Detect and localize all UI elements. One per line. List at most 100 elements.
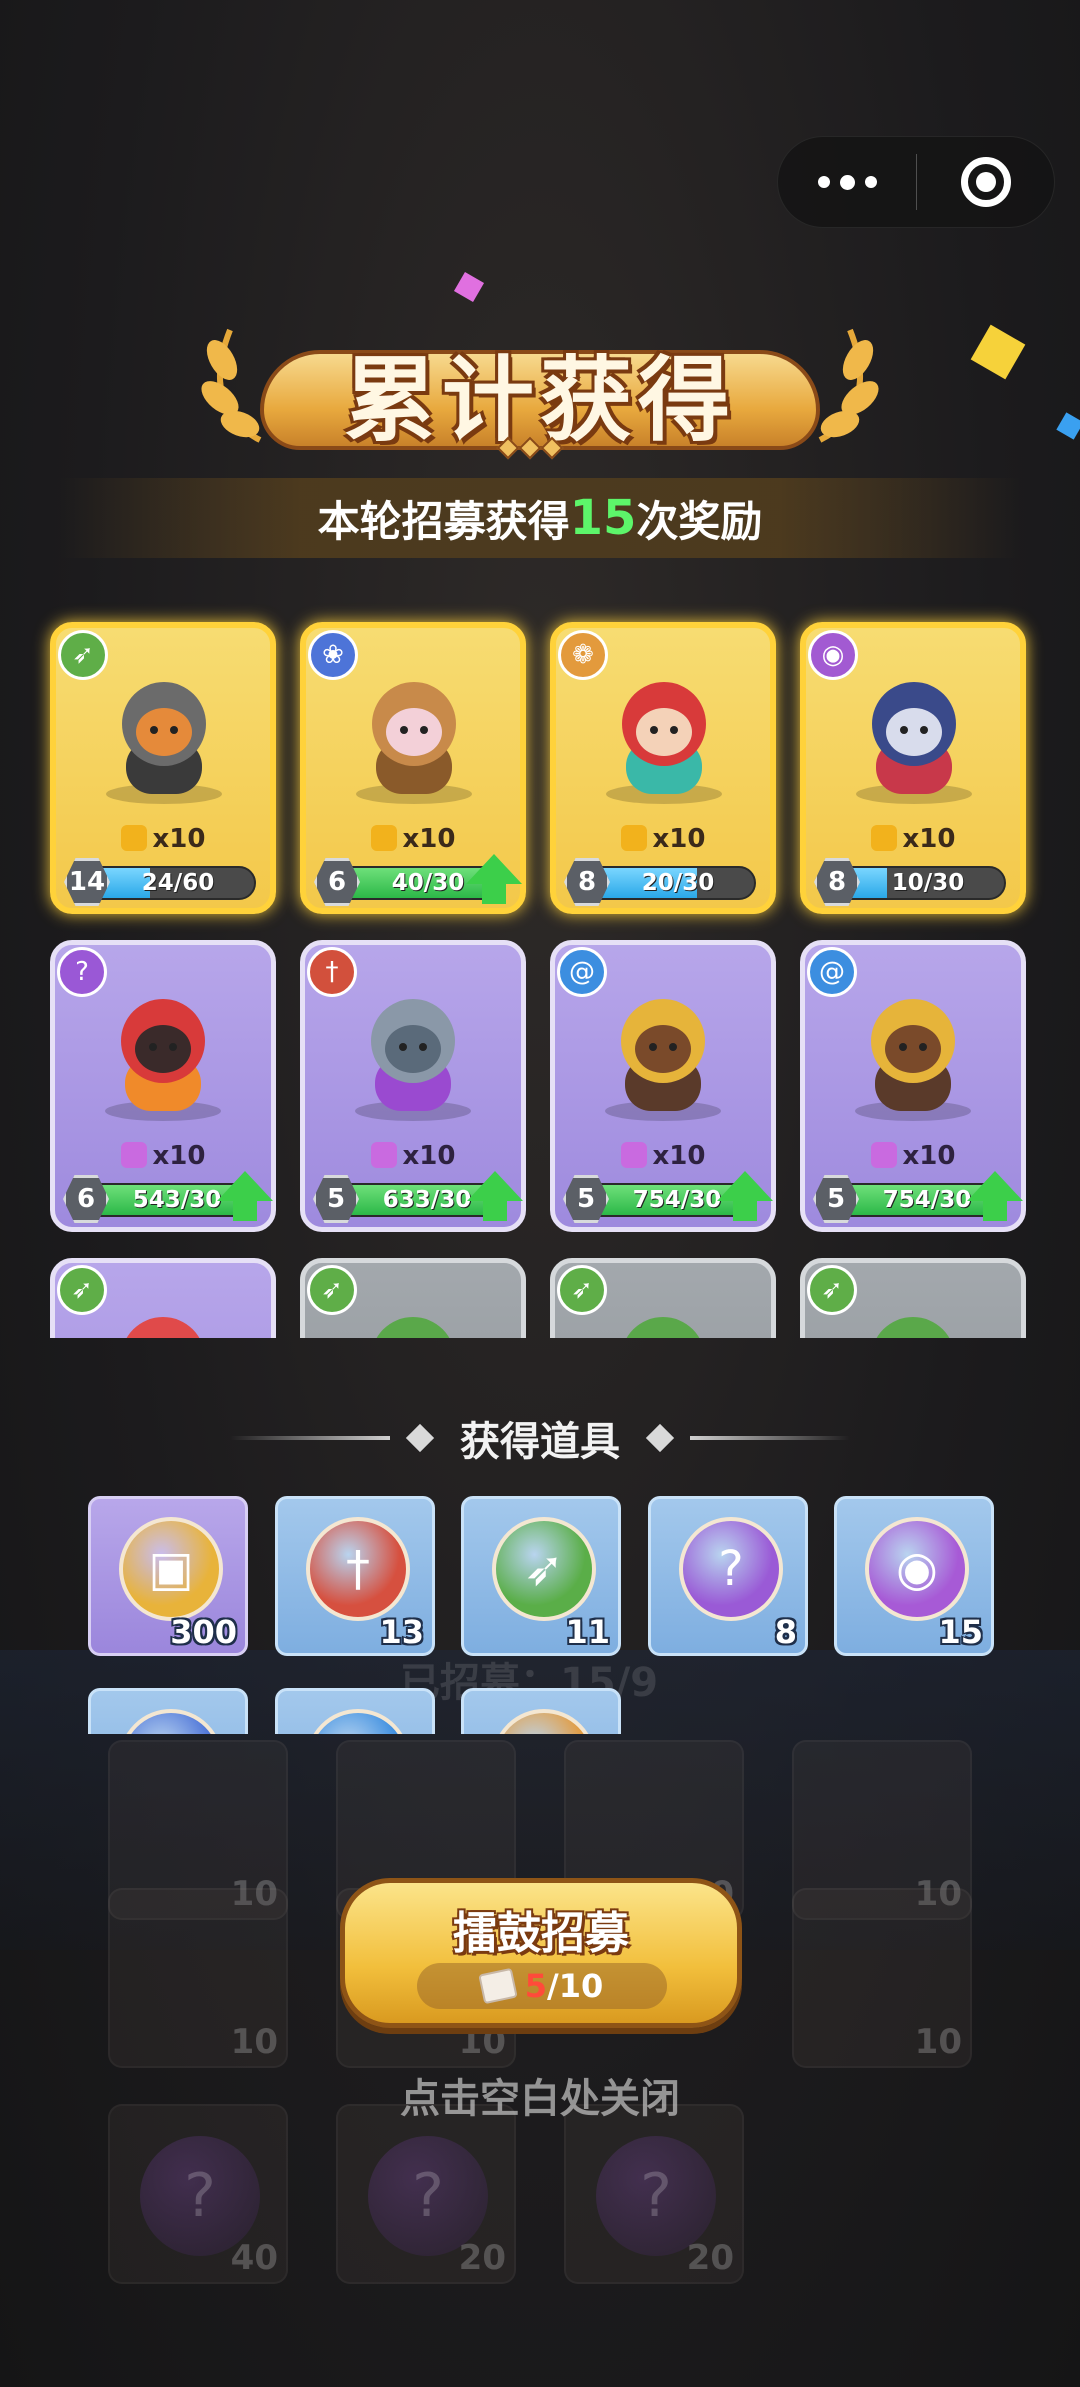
divider-line: [230, 1436, 390, 1440]
hero-card[interactable]: ➶: [300, 1258, 526, 1338]
shard-count: x10: [555, 1141, 771, 1171]
hero-card[interactable]: @ x10 754/30 5: [800, 940, 1026, 1232]
hero-card[interactable]: ➶: [50, 1258, 276, 1338]
shard-count-text: x10: [902, 1141, 956, 1171]
upgrade-arrow-icon[interactable]: [967, 1171, 1023, 1221]
shard-count: x10: [556, 824, 770, 854]
upgrade-arrow-icon[interactable]: [717, 1171, 773, 1221]
miniprogram-capsule: [777, 136, 1055, 228]
shard-count: x10: [806, 824, 1020, 854]
hero-card[interactable]: ➶: [800, 1258, 1026, 1338]
tickets-owned: 5: [524, 1967, 548, 2005]
diamond-ornament: [645, 1423, 675, 1453]
upgrade-arrow-icon[interactable]: [217, 1171, 273, 1221]
shard-count-text: x10: [152, 1141, 206, 1171]
hero-card-grid: ➶ x10 24/60 14 ❀ x10 40/30 6 ❁ x10 20/30 8 ◉ x10 10/30…: [0, 600, 1080, 1338]
background-tile-count: 10: [458, 2022, 506, 2062]
item-tile[interactable]: @: [275, 1688, 435, 1734]
shard-count: x10: [805, 1141, 1021, 1171]
progress-text: 20/30: [641, 870, 715, 896]
tap-to-close-hint[interactable]: 点击空白处关闭: [0, 2066, 1080, 2124]
item-tile[interactable]: ▣ 300: [88, 1496, 248, 1656]
banner-ornament: [496, 436, 564, 460]
bow-icon: ➶: [492, 1517, 596, 1621]
hero-card[interactable]: ❀ x10 40/30 6: [300, 622, 526, 914]
items-section-title: 获得道具: [460, 1419, 620, 1465]
hero-portrait: [835, 1301, 991, 1338]
laurel-icon: [818, 328, 879, 443]
hero-card[interactable]: ◉ x10 10/30 8: [800, 622, 1026, 914]
hero-portrait: [85, 983, 241, 1123]
shard-count-text: x10: [152, 824, 206, 854]
summary-count: 15: [569, 490, 637, 546]
upgrade-arrow-icon[interactable]: [466, 854, 522, 904]
shard-count-text: x10: [902, 824, 956, 854]
hero-portrait: [836, 666, 992, 806]
hero-card[interactable]: ❁ x10 20/30 8: [550, 622, 776, 914]
recruit-ticket-icon: [478, 1967, 518, 2005]
item-count: 11: [565, 1613, 610, 1651]
item-tile[interactable]: † 13: [275, 1496, 435, 1656]
item-tile[interactable]: ◉ 15: [834, 1496, 994, 1656]
target-close-icon[interactable]: [917, 157, 1054, 207]
progress-text: 10/30: [891, 870, 965, 896]
puzzle-shard-icon: [870, 825, 897, 851]
item-count: 300: [170, 1613, 237, 1651]
puzzle-shard-icon: [120, 825, 147, 851]
wing-icon: ❁: [492, 1709, 596, 1734]
gold-coin-icon: ▣: [119, 1517, 223, 1621]
item-count: 8: [774, 1613, 797, 1651]
item-grid: ▣300†13➶11?8◉15❀@❁: [0, 1488, 1080, 1734]
shard-count: x10: [55, 1141, 271, 1171]
item-tile[interactable]: ❀: [88, 1688, 248, 1734]
background-tile-count: 20: [458, 2238, 506, 2278]
hero-portrait: [85, 1301, 241, 1338]
hero-card[interactable]: ➶ x10 24/60 14: [50, 622, 276, 914]
hero-portrait: [586, 666, 742, 806]
background-tile: 10: [792, 1888, 972, 2068]
hero-portrait: [335, 983, 491, 1123]
hero-portrait: [585, 983, 741, 1123]
background-tile: 10: [108, 1888, 288, 2068]
hero-card[interactable]: @ x10 754/30 5: [550, 940, 776, 1232]
drum-recruit-button[interactable]: 擂鼓招募 5/10: [340, 1878, 742, 2028]
tickets-required: /10: [547, 1967, 604, 2005]
more-dots-icon[interactable]: [778, 136, 916, 228]
puzzle-shard-icon: [370, 1142, 397, 1168]
item-tile[interactable]: ➶ 11: [461, 1496, 621, 1656]
hero-portrait: [86, 666, 242, 806]
puzzle-shard-icon: [370, 825, 397, 851]
title-banner: 累计获得: [200, 320, 880, 460]
puzzle-shard-icon: [620, 825, 647, 851]
summary-suffix: 次奖励: [636, 496, 763, 546]
hero-card[interactable]: † x10 633/30 5: [300, 940, 526, 1232]
background-tile: ? 40: [108, 2104, 288, 2284]
shard-count: x10: [306, 824, 520, 854]
background-tile-count: 20: [686, 2238, 734, 2278]
puzzle-shard-icon: [870, 1142, 897, 1168]
puzzle-shard-icon: [120, 1142, 147, 1168]
hero-card[interactable]: ➶: [550, 1258, 776, 1338]
hero-card[interactable]: ? x10 543/30 6: [50, 940, 276, 1232]
reward-summary: 本轮招募获得 15 次奖励: [60, 478, 1020, 558]
paw-icon: ❀: [119, 1709, 223, 1734]
puzzle-shard-icon: [620, 1142, 647, 1168]
items-section-header: 获得道具: [230, 1408, 850, 1468]
recruit-cost: 5/10: [417, 1963, 667, 2009]
background-tile: ? 20: [336, 2104, 516, 2284]
sword-icon: †: [306, 1517, 410, 1621]
staff-icon: ?: [679, 1517, 783, 1621]
recruit-button-label: 擂鼓招募: [453, 1908, 629, 1959]
item-count: 13: [379, 1613, 424, 1651]
summary-prefix: 本轮招募获得: [317, 496, 570, 546]
upgrade-arrow-icon[interactable]: [467, 1171, 523, 1221]
progress-text: 24/60: [141, 870, 215, 896]
item-tile[interactable]: ? 8: [648, 1496, 808, 1656]
item-tile[interactable]: ❁: [461, 1688, 621, 1734]
hero-portrait: [336, 666, 492, 806]
shard-count-text: x10: [402, 824, 456, 854]
diamond-ornament: [405, 1423, 435, 1453]
shard-count-text: x10: [402, 1141, 456, 1171]
background-tile-count: 10: [230, 2022, 278, 2062]
swirl-icon: @: [306, 1709, 410, 1734]
